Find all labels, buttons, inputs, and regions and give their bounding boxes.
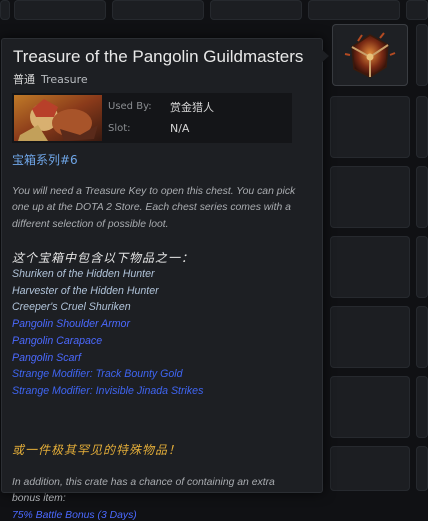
bonus-description: In addition, this crate has a chance of …: [12, 477, 275, 505]
inventory-slot[interactable]: [416, 166, 428, 228]
slot-label: Slot:: [108, 123, 131, 134]
inventory-slot[interactable]: [210, 0, 302, 20]
inventory-slot[interactable]: [330, 236, 410, 298]
item-title: Treasure of the Pangolin Guildmasters: [13, 47, 304, 66]
bounty-hunter-portrait: [14, 95, 102, 141]
inventory-slot[interactable]: [308, 0, 400, 20]
item-quality: 普通: [13, 73, 35, 86]
item-info-box: Used By: 赏金猎人 Slot: N/A: [12, 93, 292, 143]
loot-list: Shuriken of the Hidden Hunter Harvester …: [12, 266, 203, 400]
inventory-slot[interactable]: [330, 446, 410, 491]
contents-header: 这个宝箱中包含以下物品之一：: [12, 251, 195, 265]
loot-item: Pangolin Shoulder Armor: [12, 318, 130, 331]
item-description: You will need a Treasure Key to open thi…: [12, 186, 296, 230]
inventory-slot[interactable]: [330, 96, 410, 158]
inventory-slot[interactable]: [416, 306, 428, 368]
loot-item: Pangolin Carapace: [12, 334, 103, 347]
inventory-slot[interactable]: [112, 0, 204, 20]
inventory-slot[interactable]: [416, 96, 428, 158]
used-by-value: 赏金猎人: [170, 101, 214, 114]
chest-series: 宝箱系列#6: [12, 153, 78, 167]
inventory-slot[interactable]: [416, 236, 428, 298]
used-by-label: Used By:: [108, 101, 152, 112]
loot-item: Strange Modifier: Invisible Jinada Strik…: [12, 384, 204, 397]
inventory-slot[interactable]: [330, 166, 410, 228]
bonus-item: 75% Battle Bonus (3 Days): [12, 510, 137, 521]
inventory-slot[interactable]: [330, 376, 410, 438]
treasure-chest-slot[interactable]: [332, 24, 408, 86]
inventory-slot[interactable]: [416, 24, 428, 86]
inventory-slot[interactable]: [330, 306, 410, 368]
inventory-slot[interactable]: [0, 0, 10, 20]
loot-item: Pangolin Scarf: [12, 351, 81, 364]
treasure-chest-icon: [344, 32, 396, 78]
item-tooltip: Treasure of the Pangolin Guildmasters 普通…: [1, 38, 323, 521]
rare-item-line: 或一件极其罕见的特殊物品！: [12, 443, 182, 457]
item-type: Treasure: [41, 73, 88, 86]
loot-item: Harvester of the Hidden Hunter: [12, 284, 159, 297]
inventory-slot[interactable]: [416, 376, 428, 438]
loot-item: Creeper's Cruel Shuriken: [12, 301, 131, 314]
tooltip-arrow: [320, 48, 329, 64]
inventory-slot[interactable]: [406, 0, 428, 20]
loot-item: Shuriken of the Hidden Hunter: [12, 268, 155, 280]
loot-item: Strange Modifier: Track Bounty Gold: [12, 368, 183, 381]
inventory-slot[interactable]: [416, 446, 428, 491]
inventory-slot[interactable]: [14, 0, 106, 20]
item-subtitle: 普通 Treasure: [13, 71, 88, 87]
slot-value: N/A: [170, 122, 190, 135]
